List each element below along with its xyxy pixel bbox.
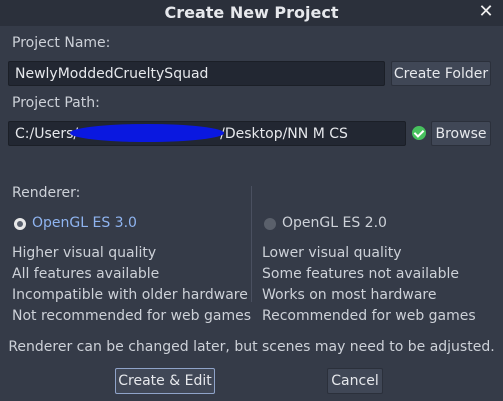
browse-button[interactable]: Browse [431, 121, 491, 146]
close-icon[interactable]: ✕ [477, 2, 495, 22]
redaction-scribble [70, 124, 224, 142]
create-edit-button[interactable]: Create & Edit [115, 368, 215, 394]
renderer-note: Renderer can be changed later, but scene… [8, 339, 495, 355]
option-opengl-es-2-label[interactable]: OpenGL ES 2.0 [282, 215, 387, 231]
gles2-feature-2: Some features not available [262, 266, 460, 282]
gles3-feature-3: Incompatible with older hardware [12, 287, 248, 303]
option-opengl-es-3-label[interactable]: OpenGL ES 3.0 [32, 215, 137, 231]
dialog-title: Create New Project [164, 3, 339, 22]
gles3-feature-2: All features available [12, 266, 160, 282]
project-name-label: Project Name: [12, 35, 111, 51]
create-folder-button[interactable]: Create Folder [391, 61, 491, 86]
radio-opengl-es-3[interactable] [14, 218, 26, 230]
title-bar: Create New Project ✕ [0, 0, 503, 26]
renderer-label: Renderer: [12, 185, 81, 201]
gles2-feature-4: Recommended for web games [262, 308, 476, 324]
project-name-input[interactable]: NewlyModdedCrueltySquad [8, 61, 385, 86]
gles2-feature-1: Lower visual quality [262, 245, 402, 261]
gles3-feature-4: Not recommended for web games [12, 308, 252, 324]
project-path-prefix: C:/Users/ [15, 126, 79, 142]
project-path-label: Project Path: [12, 95, 100, 111]
path-valid-check-icon [412, 126, 426, 140]
project-path-suffix: /Desktop/NN M CS [220, 126, 348, 142]
gles2-feature-3: Works on most hardware [262, 287, 437, 303]
cancel-button[interactable]: Cancel [327, 368, 383, 394]
radio-opengl-es-2[interactable] [264, 218, 276, 230]
gles3-feature-1: Higher visual quality [12, 245, 157, 261]
renderer-divider [251, 186, 252, 302]
